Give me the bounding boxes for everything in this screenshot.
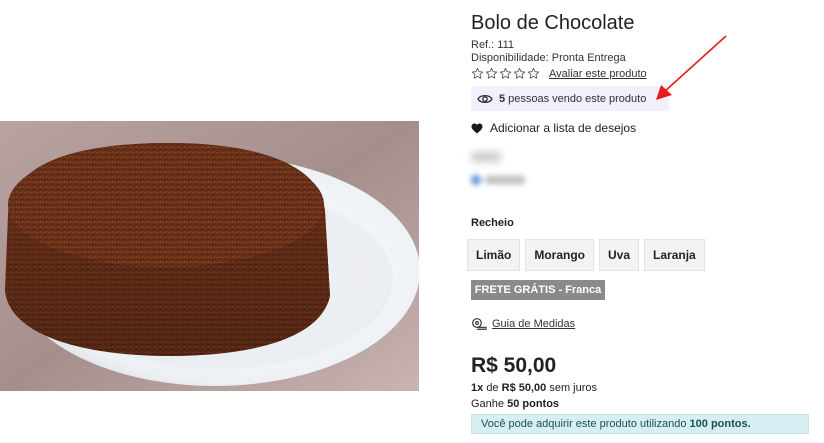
acquire-points: 100 pontos. <box>689 418 751 430</box>
blurred-option <box>471 173 526 187</box>
installment-value: R$ 50,00 <box>501 382 547 394</box>
star-outline-icon[interactable] <box>485 67 498 80</box>
filling-option-limao[interactable]: Limão <box>467 239 521 271</box>
installment-de: de <box>486 382 499 394</box>
filling-option-laranja[interactable]: Laranja <box>644 239 705 271</box>
size-guide-link[interactable]: Guia de Medidas <box>471 318 575 330</box>
size-guide-label: Guia de Medidas <box>492 318 576 330</box>
installment-suffix: sem juros <box>549 382 598 394</box>
star-outline-icon[interactable] <box>471 67 484 80</box>
add-to-wishlist-button[interactable]: Adicionar a lista de desejos <box>471 121 636 135</box>
wishlist-label: Adicionar a lista de desejos <box>490 121 637 135</box>
viewers-count: 5 <box>499 92 506 105</box>
product-availability: Disponibilidade: Pronta Entrega <box>471 52 626 64</box>
star-outline-icon[interactable] <box>527 67 540 80</box>
product-price: R$ 50,00 <box>471 354 557 377</box>
blurred-label <box>471 152 501 162</box>
rate-product-link[interactable]: Avaliar este produto <box>549 68 647 80</box>
measuring-tape-icon <box>471 318 487 330</box>
points-earn-info: Ganhe 50 pontos <box>471 398 559 410</box>
heart-icon <box>471 123 483 134</box>
points-redeem-info: Você pode adquirir este produto utilizan… <box>471 414 809 434</box>
star-outline-icon[interactable] <box>499 67 512 80</box>
product-title: Bolo de Chocolate <box>471 12 635 34</box>
product-reference: Ref.: 111 <box>471 39 514 51</box>
availability-value: Pronta Entrega <box>551 52 626 64</box>
star-outline-icon[interactable] <box>513 67 526 80</box>
rating-stars[interactable] <box>471 67 540 80</box>
eye-icon <box>477 93 493 105</box>
installment-qty: 1x <box>471 382 484 394</box>
viewers-text: pessoas vendo este produto <box>508 92 647 105</box>
chocolate-cake-photo <box>0 121 419 391</box>
ref-value: 111 <box>497 39 515 51</box>
ref-label: Ref.: <box>471 39 495 51</box>
product-image[interactable] <box>0 121 419 391</box>
filling-option-uva[interactable]: Uva <box>599 239 640 271</box>
filling-option-morango[interactable]: Morango <box>525 239 595 271</box>
free-shipping-badge: FRETE GRÁTIS - Franca <box>471 280 605 300</box>
points-value: 50 pontos <box>507 398 560 410</box>
filling-label: Recheio <box>471 217 514 229</box>
filling-options: Limão Morango Uva Laranja <box>467 239 705 271</box>
availability-label: Disponibilidade: <box>471 52 549 64</box>
installment-info: 1x de R$ 50,00 sem juros <box>471 382 597 394</box>
points-prefix: Ganhe <box>471 398 505 410</box>
acquire-prefix: Você pode adquirir este produto utilizan… <box>481 418 687 430</box>
viewers-notice: 5 pessoas vendo este produto <box>471 86 669 111</box>
